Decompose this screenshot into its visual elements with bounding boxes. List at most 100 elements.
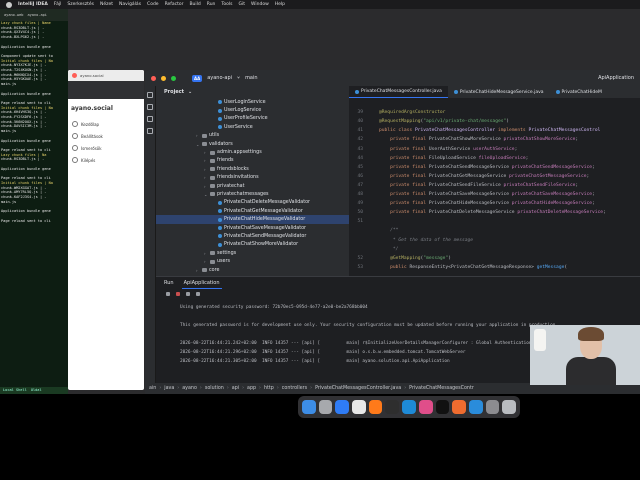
tree-item[interactable]: › friends (156, 157, 349, 165)
menu-item[interactable]: Run (207, 2, 216, 7)
tree-item[interactable]: PrivateChatGetMessageValidator (156, 207, 349, 215)
menu-item[interactable]: Help (275, 2, 285, 7)
menu-item[interactable]: Window (251, 2, 269, 7)
code-line[interactable]: private final PrivateChatSendFileService… (379, 181, 578, 190)
tree-item[interactable]: PrivateChatShowMoreValidator (156, 241, 349, 249)
tree-item[interactable]: PrivateChatSaveMessageValidator (156, 224, 349, 232)
close-icon[interactable] (72, 73, 77, 78)
camera-icon[interactable] (186, 292, 190, 296)
terminal-tab[interactable]: ayano-api (27, 13, 46, 18)
firefox-icon[interactable] (368, 400, 383, 414)
code-line[interactable]: @RequestMapping("api/v1/private-chat/mes… (379, 117, 509, 126)
editor-tab[interactable]: PrivateChatHideMessageService.java (448, 86, 550, 98)
tree-item[interactable]: › friendsblocks (156, 165, 349, 173)
docker-icon[interactable] (468, 400, 483, 414)
menu-item[interactable]: Refactor (165, 2, 184, 7)
jetbrains-toolbox-icon[interactable] (435, 400, 450, 414)
code-line[interactable]: private final UserAuthService userAuthSe… (379, 145, 517, 154)
more-icon[interactable] (147, 128, 153, 134)
tree-item[interactable]: › utils (156, 132, 349, 140)
tree-item[interactable]: UserLogService (156, 106, 349, 114)
project-panel-header[interactable]: Project ⌄ (156, 86, 349, 98)
tree-item[interactable]: › admin.appsettings (156, 148, 349, 156)
code-line[interactable]: /** (379, 226, 398, 235)
browser-nav-item[interactable]: Ismerősök (68, 142, 144, 154)
tree-item[interactable]: ⌄ privatechatmessages (156, 190, 349, 198)
menu-item[interactable]: Fájl (54, 2, 61, 7)
code-line[interactable]: private final PrivateChatSendMessageServ… (379, 163, 595, 172)
tree-item[interactable]: PrivateChatDeleteMessageValidator (156, 199, 349, 207)
browser-nav-item[interactable]: Beállítások (68, 130, 144, 142)
postman-icon[interactable] (452, 400, 466, 414)
code-line[interactable]: private final PrivateChatHideMessageServ… (379, 199, 595, 208)
breadcrumb-item[interactable]: PrivateChatMessagesContr (409, 386, 474, 391)
terminal-tab[interactable]: ayano-web (4, 13, 23, 18)
structure-icon[interactable] (147, 116, 153, 122)
breadcrumb-item[interactable]: solution (205, 386, 224, 391)
commit-icon[interactable] (147, 104, 153, 110)
code-line[interactable]: private final PrivateChatShowMoreService… (379, 135, 578, 144)
code-line[interactable]: @RequiredArgsConstructor (379, 108, 445, 117)
site-logo[interactable]: ayano.social (68, 99, 144, 118)
code-line[interactable]: private final PrivateChatGetMessageServi… (379, 172, 589, 181)
editor-tab[interactable]: PrivateChatHideM (550, 86, 608, 98)
tree-item[interactable]: UserProfileService (156, 115, 349, 123)
tree-item[interactable]: › users (156, 257, 349, 265)
tree-item[interactable]: ⌄ validators (156, 140, 349, 148)
maximize-icon[interactable] (171, 75, 176, 81)
code-line[interactable]: public class PrivateChatMessagesControll… (379, 126, 600, 135)
intellij-icon[interactable] (418, 400, 433, 414)
code-line[interactable]: public ResponseEntity<PrivateChatGetMess… (379, 263, 567, 272)
console-output[interactable]: Using generated security password: 72b70… (180, 303, 558, 366)
folder-icon[interactable] (147, 92, 153, 98)
vscode-icon[interactable] (402, 400, 416, 414)
project-selector[interactable]: ayano-api (207, 75, 232, 81)
menu-item[interactable]: Navigálás (119, 2, 141, 7)
finder-icon[interactable] (302, 400, 316, 414)
code-line[interactable]: private final FileUploadService fileUplo… (379, 154, 528, 163)
browser-nav-item[interactable]: Kilépés (68, 154, 144, 166)
run-config-selector[interactable]: ApiApplication (598, 75, 634, 81)
code-editor[interactable]: PrivateChatMessagesController.java Privat… (349, 86, 640, 276)
more-icon[interactable] (196, 292, 200, 296)
breadcrumb-item[interactable]: ain (149, 386, 156, 391)
breadcrumb-item[interactable]: PrivateChatMessagesController.java (315, 386, 401, 391)
chrome-icon[interactable] (352, 400, 366, 414)
tree-item[interactable]: PrivateChatSendMessageValidator (156, 232, 349, 240)
tree-item[interactable]: › settings (156, 249, 349, 257)
trash-icon[interactable] (502, 400, 516, 414)
appstore-icon[interactable] (335, 400, 350, 414)
breadcrumb-item[interactable]: controllers (282, 386, 307, 391)
breadcrumb-item[interactable]: api (232, 386, 239, 391)
menu-item[interactable]: Szerkesztés (67, 2, 94, 7)
terminal-icon[interactable] (385, 400, 400, 414)
apple-icon[interactable] (6, 1, 12, 8)
code-line[interactable]: private final PrivateChatSaveMessageServ… (379, 190, 595, 199)
run-tab[interactable]: ApiApplication (181, 278, 222, 289)
breadcrumb-item[interactable]: java (164, 386, 174, 391)
code-line[interactable]: private final PrivateChatDeleteMessageSe… (379, 208, 606, 217)
browser-tab[interactable]: ayano.social (68, 70, 144, 81)
code-line[interactable]: @GetMapping("message") (379, 254, 451, 263)
menu-item[interactable]: Nézet (100, 2, 113, 7)
stop-icon[interactable] (176, 292, 180, 296)
code-line[interactable]: * Get the data of the message (379, 236, 473, 245)
editor-tab[interactable]: PrivateChatMessagesController.java (349, 86, 448, 98)
launchpad-icon[interactable] (318, 400, 333, 414)
rerun-icon[interactable] (166, 292, 170, 296)
system-settings-icon[interactable] (485, 400, 500, 414)
tree-item[interactable]: PrivateChatHideMessageValidator (156, 215, 349, 224)
menu-item[interactable]: Tools (221, 2, 232, 7)
menu-item[interactable]: Build (189, 2, 200, 7)
tree-item[interactable]: UserLoginService (156, 98, 349, 106)
tree-item[interactable]: › core (156, 266, 349, 274)
code-line[interactable]: */ (379, 245, 399, 254)
breadcrumb-item[interactable]: http (264, 386, 274, 391)
menu-item[interactable]: Git (239, 2, 246, 7)
menu-app-name[interactable]: IntelliJ IDEA (18, 2, 48, 7)
breadcrumb-item[interactable]: ayano (182, 386, 197, 391)
tree-item[interactable]: › friendsinvitations (156, 174, 349, 182)
tree-item[interactable]: › privatechat (156, 182, 349, 190)
close-icon[interactable] (151, 75, 156, 81)
menu-item[interactable]: Code (147, 2, 159, 7)
